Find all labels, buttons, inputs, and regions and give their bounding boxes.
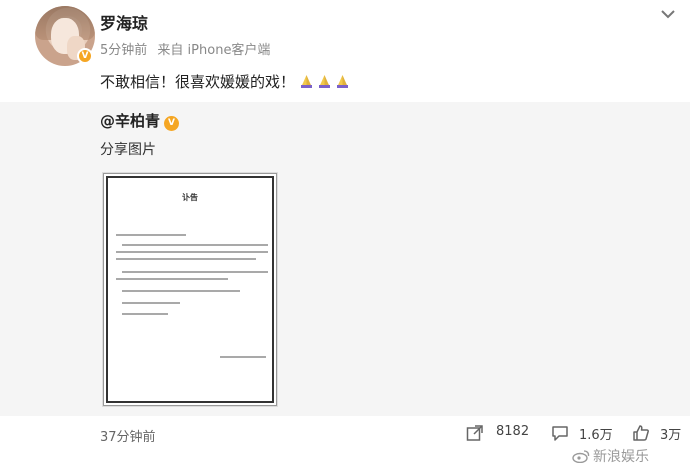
- repost-author[interactable]: @辛柏青 V: [100, 110, 180, 131]
- share-count[interactable]: 8182: [496, 424, 529, 439]
- weibo-logo-icon: [572, 450, 590, 463]
- doc-line: [116, 258, 256, 260]
- doc-line: [122, 302, 180, 304]
- doc-line: [116, 234, 186, 236]
- share-icon[interactable]: [466, 424, 484, 442]
- doc-line: [116, 251, 268, 253]
- pray-emoji-icon: [337, 75, 349, 88]
- doc-line: [122, 271, 268, 273]
- watermark-text: 新浪娱乐: [593, 449, 649, 465]
- post-text-content: 不敢相信！很喜欢媛媛的戏！: [100, 73, 296, 91]
- watermark: 新浪娱乐: [572, 446, 649, 466]
- author-name[interactable]: 罗海琼: [100, 10, 148, 34]
- chevron-down-icon[interactable]: [660, 8, 676, 20]
- doc-line: [122, 313, 168, 315]
- like-count[interactable]: 3万: [660, 424, 681, 443]
- verified-badge-icon: V: [164, 116, 180, 131]
- repost-image[interactable]: 讣告: [103, 173, 277, 406]
- doc-line: [122, 244, 268, 246]
- verified-badge-icon: V: [77, 48, 93, 64]
- doc-line: [122, 290, 240, 292]
- repost-author-name[interactable]: @辛柏青: [100, 112, 160, 130]
- repost-text: 分享图片: [100, 142, 156, 158]
- like-icon[interactable]: [632, 424, 650, 442]
- obituary-document: 讣告: [106, 176, 274, 403]
- doc-line: [116, 278, 228, 280]
- post-time[interactable]: 5分钟前: [100, 43, 147, 58]
- pray-emoji-icon: [301, 75, 313, 88]
- post-text: 不敢相信！很喜欢媛媛的戏！: [100, 71, 349, 92]
- doc-title: 讣告: [182, 193, 198, 202]
- post-source: 来自 iPhone客户端: [157, 43, 271, 58]
- comment-icon[interactable]: [551, 424, 569, 442]
- pray-emoji-icon: [319, 75, 331, 88]
- comment-count[interactable]: 1.6万: [579, 424, 613, 443]
- repost-time[interactable]: 37分钟前: [100, 426, 156, 445]
- doc-signature-line: [220, 356, 266, 358]
- post-meta: 5分钟前 来自 iPhone客户端: [100, 39, 276, 58]
